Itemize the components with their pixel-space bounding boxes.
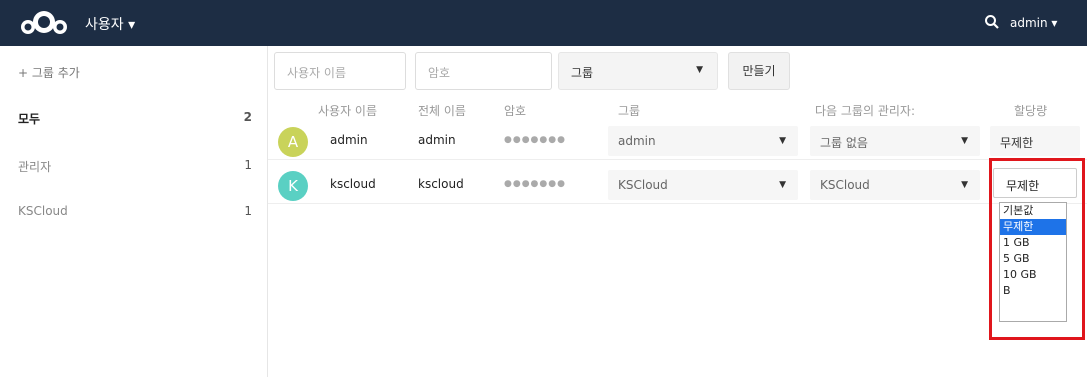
group-count: 1 [244,204,252,218]
group-label: 관리자 [18,160,52,174]
quota-select[interactable]: 무제한 [990,126,1080,156]
password-placeholder: 암호 [428,66,451,80]
col-username-header: 사용자 이름 [318,104,378,118]
fullname-cell[interactable]: kscloud [418,177,464,191]
username-cell[interactable]: kscloud [330,177,376,191]
username-placeholder: 사용자 이름 [287,66,347,80]
sidebar-item-kscloud[interactable]: KSCloud 1 [18,204,258,218]
group-select[interactable]: KSCloud ▼ [608,170,798,200]
avatar: A [278,127,308,157]
subadmin-value: 그룹 없음 [820,136,868,150]
sidebar-item-all[interactable]: 모두 2 [18,110,258,127]
table-row: A admin admin ●●●●●●● admin ▼ 그룹 없음 ▼ 무제… [268,122,1087,160]
col-subadmin-header: 다음 그룹의 관리자: [815,104,915,118]
new-password-input[interactable]: 암호 [415,52,552,90]
group-select[interactable]: admin ▼ [608,126,798,156]
app-menu[interactable]: 사용자 ▾ [85,14,135,34]
create-user-button[interactable]: 만들기 [728,52,790,90]
chevron-down-icon: ▼ [961,136,968,146]
new-user-group-select[interactable]: 그룹 ▼ [558,52,718,90]
fullname-cell[interactable]: admin [418,133,456,147]
subadmin-value: KSCloud [820,178,870,192]
chevron-down-icon: ▼ [779,136,786,146]
group-label: 모두 [18,112,41,126]
red-highlight-box [989,158,1085,340]
chevron-down-icon: ▼ [696,65,703,75]
quota-value: 무제한 [1000,136,1034,150]
avatar: K [278,171,308,201]
group-value: KSCloud [618,178,668,192]
password-cell[interactable]: ●●●●●●● [504,179,566,189]
user-menu[interactable]: admin ▾ [1010,16,1057,30]
password-cell[interactable]: ●●●●●●● [504,135,566,145]
col-quota-header: 할당량 [1014,104,1048,118]
group-select-label: 그룹 [571,66,594,80]
col-fullname-header: 전체 이름 [418,104,466,118]
top-bar: 사용자 ▾ admin ▾ [0,0,1087,46]
user-management-panel: 사용자 이름 암호 그룹 ▼ 만들기 사용자 이름 전체 이름 암호 그룹 다음… [268,46,1087,377]
add-group-button[interactable]: + 그룹 추가 [18,64,80,81]
chevron-down-icon: ▼ [961,180,968,190]
sidebar-item-admin[interactable]: 관리자 1 [18,158,258,175]
col-group-header: 그룹 [618,104,641,118]
group-count: 2 [243,110,252,124]
subadmin-select[interactable]: KSCloud ▼ [810,170,980,200]
table-row: K kscloud kscloud ●●●●●●● KSCloud ▼ KSCl… [268,166,1087,204]
sidebar: + 그룹 추가 모두 2 관리자 1 KSCloud 1 [0,46,268,377]
chevron-down-icon: ▼ [779,180,786,190]
group-value: admin [618,134,656,148]
search-icon[interactable] [984,14,1000,30]
username-cell[interactable]: admin [330,133,368,147]
group-count: 1 [244,158,252,172]
cloud-logo-icon[interactable] [14,9,74,37]
group-label: KSCloud [18,204,68,218]
subadmin-select[interactable]: 그룹 없음 ▼ [810,126,980,156]
col-password-header: 암호 [504,104,527,118]
new-username-input[interactable]: 사용자 이름 [274,52,406,90]
